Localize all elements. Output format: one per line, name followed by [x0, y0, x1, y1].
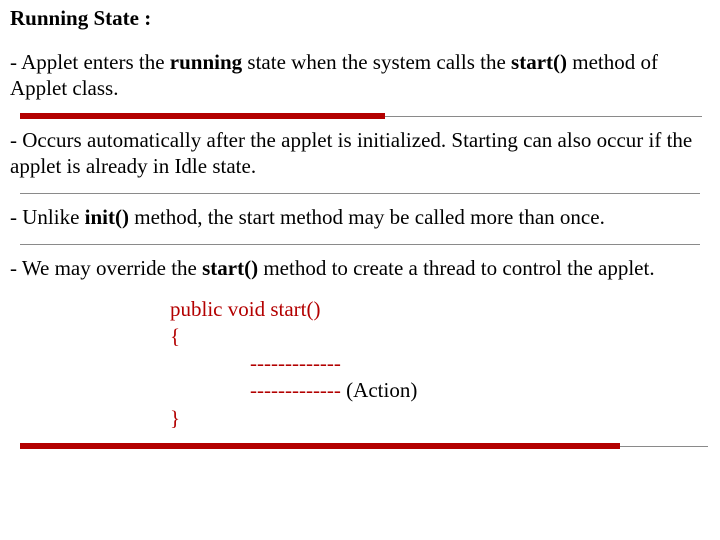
p3-text-c: method, the start method may be called m… [129, 205, 605, 229]
code-line-3: ------------- [170, 350, 710, 377]
p1-bold-running: running [170, 50, 242, 74]
paragraph-3: - Unlike init() method, the start method… [10, 204, 710, 230]
divider-1-accent [20, 113, 385, 119]
p1-text-c: state when the system calls the [242, 50, 511, 74]
p4-text-c: method to create a thread to control the… [258, 256, 655, 280]
p1-text-a: - Applet enters the [10, 50, 170, 74]
paragraph-2: - Occurs automatically after the applet … [10, 127, 710, 180]
code-line-2: { [170, 323, 710, 350]
paragraph-4: - We may override the start() method to … [10, 255, 710, 281]
p1-bold-start: start() [511, 50, 567, 74]
p3-text-a: - Unlike [10, 205, 85, 229]
code-line-4: ------------- (Action) [170, 377, 710, 404]
code-block: public void start() { ------------- ----… [170, 296, 710, 432]
code-line-5: } [170, 405, 710, 432]
divider-1-wrap [20, 116, 702, 117]
slide: Running State : - Applet enters the runn… [0, 0, 720, 540]
slide-title: Running State : [10, 6, 710, 31]
divider-4-wrap [20, 446, 702, 447]
p4-text-a: - We may override the [10, 256, 202, 280]
p4-bold-start: start() [202, 256, 258, 280]
paragraph-1: - Applet enters the running state when t… [10, 49, 710, 102]
divider-2 [20, 193, 700, 194]
code-line-4-action: (Action) [346, 378, 417, 402]
p3-bold-init: init() [85, 205, 129, 229]
code-line-4-dashes: ------------- [250, 378, 346, 402]
code-line-1: public void start() [170, 296, 710, 323]
divider-3 [20, 244, 700, 245]
divider-4-accent [20, 443, 620, 449]
